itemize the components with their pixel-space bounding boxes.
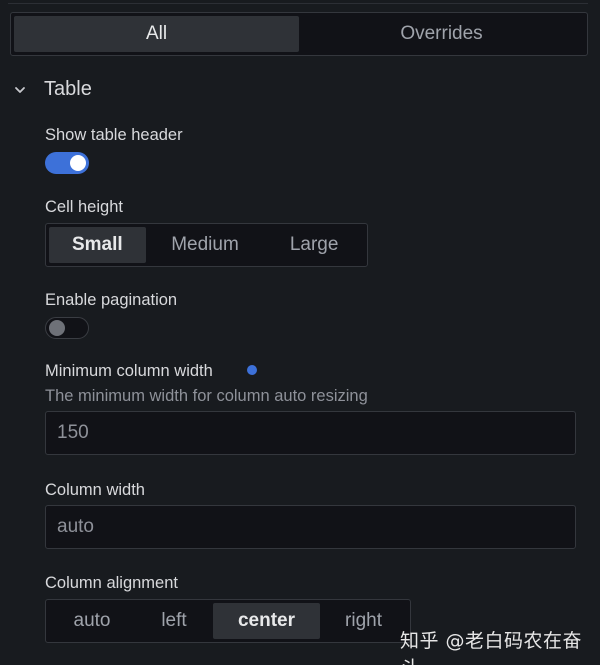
enable-pagination-switch[interactable] <box>45 317 89 339</box>
cell-height-label: Cell height <box>45 198 123 216</box>
column-width-input[interactable]: auto <box>45 505 576 549</box>
enable-pagination-label: Enable pagination <box>45 291 178 309</box>
column-width-label: Column width <box>45 481 145 499</box>
cell-height-radio-group: Small Medium Large <box>45 223 368 267</box>
switch-knob <box>70 155 86 171</box>
chevron-down-icon <box>15 86 25 93</box>
show-table-header-label: Show table header <box>45 126 183 144</box>
tab-all[interactable]: All <box>14 16 299 52</box>
top-divider <box>8 0 588 4</box>
tab-overrides[interactable]: Overrides <box>299 16 584 52</box>
column-alignment-option-center[interactable]: center <box>213 603 320 639</box>
watermark-text: 知乎 @老白码农在奋斗 <box>400 630 583 665</box>
min-column-width-input[interactable]: 150 <box>45 411 576 455</box>
options-tabs: All Overrides <box>10 12 588 56</box>
section-title: Table <box>44 78 92 100</box>
column-alignment-option-left[interactable]: left <box>135 603 213 639</box>
min-column-width-description: The minimum width for column auto resizi… <box>45 387 368 405</box>
column-alignment-option-auto[interactable]: auto <box>49 603 135 639</box>
section-header-table[interactable]: Table <box>14 78 92 101</box>
show-table-header-switch[interactable] <box>45 152 89 174</box>
panel-options-editor: All Overrides Table Show table header Ce… <box>0 0 600 665</box>
modified-indicator-dot <box>247 365 257 375</box>
cell-height-option-large[interactable]: Large <box>264 227 364 263</box>
min-column-width-label: Minimum column width <box>45 362 213 380</box>
cell-height-option-small[interactable]: Small <box>49 227 146 263</box>
column-alignment-radio-group: auto left center right <box>45 599 411 643</box>
column-alignment-option-right[interactable]: right <box>320 603 407 639</box>
switch-knob <box>49 320 65 336</box>
column-alignment-label: Column alignment <box>45 574 178 592</box>
cell-height-option-medium[interactable]: Medium <box>146 227 265 263</box>
